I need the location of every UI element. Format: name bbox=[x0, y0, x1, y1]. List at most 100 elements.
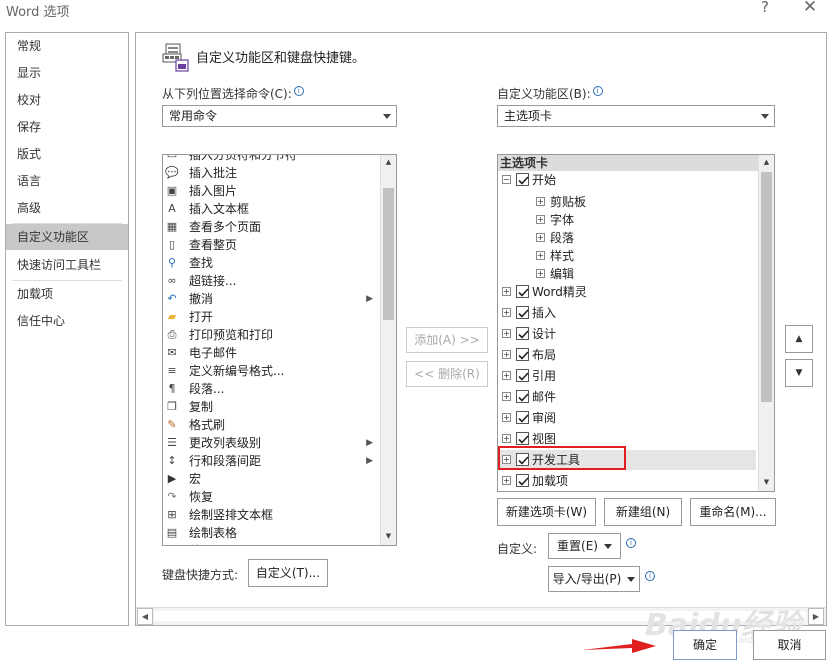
nav-item-customize-ribbon[interactable]: 自定义功能区 bbox=[6, 224, 128, 250]
list-item[interactable]: ⎙ 打印预览和打印 bbox=[163, 326, 377, 344]
collapse-icon[interactable]: − bbox=[502, 175, 511, 184]
rename-button[interactable]: 重命名(M)... bbox=[690, 498, 776, 526]
expand-icon[interactable]: + bbox=[536, 215, 545, 224]
scroll-up-icon[interactable]: ▲ bbox=[381, 155, 396, 170]
checkbox[interactable] bbox=[516, 369, 529, 382]
list-item[interactable]: ❐ 复制 bbox=[163, 398, 377, 416]
tree-group-item[interactable]: + 段落 bbox=[498, 228, 756, 248]
expand-icon[interactable]: + bbox=[502, 350, 511, 359]
move-down-button[interactable]: ▼ bbox=[785, 359, 813, 387]
checkbox[interactable] bbox=[516, 432, 529, 445]
checkbox[interactable] bbox=[516, 390, 529, 403]
expand-icon[interactable]: + bbox=[502, 476, 511, 485]
expand-icon[interactable]: + bbox=[502, 413, 511, 422]
tree-tab-item[interactable]: + 邮件 bbox=[498, 387, 756, 407]
nav-item-general[interactable]: 常规 bbox=[6, 33, 128, 59]
scroll-down-icon[interactable]: ▼ bbox=[759, 475, 774, 490]
nav-item-advanced[interactable]: 高级 bbox=[6, 195, 128, 221]
scroll-right-icon[interactable]: ▶ bbox=[808, 608, 824, 625]
list-item[interactable]: ↷ 恢复 bbox=[163, 488, 377, 506]
list-item[interactable]: ✎ 格式刷 bbox=[163, 416, 377, 434]
commands-scrollbar[interactable]: ▲ ▼ bbox=[380, 155, 396, 545]
nav-item-display[interactable]: 显示 bbox=[6, 60, 128, 86]
nav-item-quick-access-toolbar[interactable]: 快速访问工具栏 bbox=[6, 252, 128, 278]
tree-tab-item[interactable]: + 审阅 bbox=[498, 408, 756, 428]
scroll-thumb[interactable] bbox=[383, 188, 394, 320]
list-item[interactable]: ☰ 更改列表级别 ▶ bbox=[163, 434, 377, 452]
list-item[interactable]: ↶ 撤消 ▶ bbox=[163, 290, 377, 308]
reset-button[interactable]: 重置(E) bbox=[548, 533, 621, 559]
checkbox[interactable] bbox=[516, 285, 529, 298]
help-button[interactable]: ? bbox=[758, 0, 772, 16]
nav-item-proofing[interactable]: 校对 bbox=[6, 87, 128, 113]
list-item[interactable]: A 插入文本框 bbox=[163, 200, 377, 218]
tree-tab-item[interactable]: + Word精灵 bbox=[498, 282, 756, 302]
close-button[interactable]: ✕ bbox=[800, 0, 820, 17]
nav-item-addins[interactable]: 加载项 bbox=[6, 281, 128, 307]
scroll-thumb[interactable] bbox=[761, 172, 772, 402]
list-item[interactable]: ▶ 宏 bbox=[163, 470, 377, 488]
checkbox[interactable] bbox=[516, 411, 529, 424]
new-tab-button[interactable]: 新建选项卡(W) bbox=[497, 498, 596, 526]
expand-icon[interactable]: + bbox=[502, 329, 511, 338]
list-item[interactable]: ∞ 超链接... bbox=[163, 272, 377, 290]
list-item[interactable]: ↕ 行和段落间距 ▶ bbox=[163, 452, 377, 470]
ribbon-tree[interactable]: 主选项卡 − 开始 + 剪贴板 + 字体 + 段落 + 样式 + 编辑 + Word精灵 + 插入 + 设计 + 布局… bbox=[497, 154, 775, 492]
ribbon-tabs-select[interactable]: 主选项卡 bbox=[497, 105, 775, 127]
list-item[interactable]: ▰ 打开 bbox=[163, 308, 377, 326]
tree-group-item[interactable]: + 编辑 bbox=[498, 264, 756, 284]
nav-item-layout[interactable]: 版式 bbox=[6, 141, 128, 167]
tree-tab-item[interactable]: + 布局 bbox=[498, 345, 756, 365]
tree-group-item[interactable]: + 样式 bbox=[498, 246, 756, 266]
expand-icon[interactable]: + bbox=[502, 287, 511, 296]
checkbox[interactable] bbox=[516, 306, 529, 319]
scroll-up-icon[interactable]: ▲ bbox=[759, 155, 774, 170]
expand-icon[interactable]: + bbox=[536, 233, 545, 242]
checkbox[interactable] bbox=[516, 474, 529, 487]
add-button[interactable]: 添加(A) >> bbox=[406, 327, 488, 353]
expand-icon[interactable]: + bbox=[502, 434, 511, 443]
import-export-button[interactable]: 导入/导出(P) bbox=[548, 566, 640, 592]
expand-icon[interactable]: + bbox=[502, 392, 511, 401]
list-item[interactable]: ✉ 电子邮件 bbox=[163, 344, 377, 362]
list-item[interactable]: ▤ 绘制表格 bbox=[163, 524, 377, 542]
expand-icon[interactable]: + bbox=[536, 251, 545, 260]
tree-group-item[interactable]: + 剪贴板 bbox=[498, 192, 756, 212]
checkbox[interactable] bbox=[516, 327, 529, 340]
tree-tab-home[interactable]: − 开始 bbox=[498, 170, 756, 190]
list-item[interactable]: ⊞ 绘制竖排文本框 bbox=[163, 506, 377, 524]
list-item[interactable]: ≡ 定义新编号格式... bbox=[163, 362, 377, 380]
list-item[interactable]: ▦ 查看多个页面 bbox=[163, 218, 377, 236]
move-up-button[interactable]: ▲ bbox=[785, 325, 813, 353]
list-item[interactable]: ✂ 剪切 bbox=[163, 542, 377, 545]
scroll-left-icon[interactable]: ◀ bbox=[137, 608, 153, 625]
checkbox[interactable] bbox=[516, 173, 529, 186]
new-group-button[interactable]: 新建组(N) bbox=[604, 498, 682, 526]
tree-tab-item[interactable]: + 引用 bbox=[498, 366, 756, 386]
expand-icon[interactable]: + bbox=[502, 371, 511, 380]
ok-button[interactable]: 确定 bbox=[673, 630, 737, 660]
list-item[interactable]: ¶ 段落... bbox=[163, 380, 377, 398]
choose-commands-select[interactable]: 常用命令 bbox=[162, 105, 397, 127]
list-item[interactable]: ⚲ 查找 bbox=[163, 254, 377, 272]
tree-tab-item[interactable]: + 设计 bbox=[498, 324, 756, 344]
customize-keyboard-button[interactable]: 自定义(T)... bbox=[248, 559, 328, 587]
nav-item-trust-center[interactable]: 信任中心 bbox=[6, 308, 128, 334]
tree-tab-item[interactable]: + 插入 bbox=[498, 303, 756, 323]
expand-icon[interactable]: + bbox=[536, 197, 545, 206]
ribbon-tree-scrollbar[interactable]: ▲ ▼ bbox=[758, 155, 774, 491]
list-item[interactable]: ▭ 插入分页符和分节符 bbox=[163, 155, 377, 164]
commands-list[interactable]: ▭ 插入分页符和分节符 💬 插入批注 ▣ 插入图片 A 插入文本框 ▦ 查看多个页面 ▯ 查看整页 ⚲ 查… bbox=[162, 154, 397, 546]
list-item[interactable]: ▣ 插入图片 bbox=[163, 182, 377, 200]
expand-icon[interactable]: + bbox=[502, 308, 511, 317]
tree-group-item[interactable]: + 字体 bbox=[498, 210, 756, 230]
cancel-button[interactable]: 取消 bbox=[753, 630, 826, 660]
checkbox[interactable] bbox=[516, 348, 529, 361]
scroll-down-icon[interactable]: ▼ bbox=[381, 529, 396, 544]
list-item[interactable]: ▯ 查看整页 bbox=[163, 236, 377, 254]
nav-item-save[interactable]: 保存 bbox=[6, 114, 128, 140]
list-item[interactable]: 💬 插入批注 bbox=[163, 164, 377, 182]
expand-icon[interactable]: + bbox=[536, 269, 545, 278]
nav-item-language[interactable]: 语言 bbox=[6, 168, 128, 194]
tree-tab-item[interactable]: + 加载项 bbox=[498, 471, 756, 491]
